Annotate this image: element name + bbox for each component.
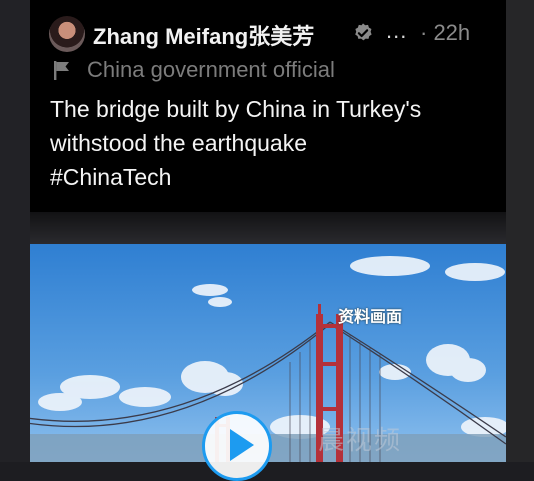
left-margin <box>0 0 30 462</box>
tweet-card[interactable]: Zhang Meifang张美芳 ... · 22h China governm… <box>30 0 506 462</box>
affiliation-label: China government official <box>87 57 335 82</box>
author-name[interactable]: Zhang Meifang张美芳 <box>93 19 314 51</box>
tweet-text: The bridge built by China in Turkey's wi… <box>50 92 500 194</box>
tweet-text-line: The bridge built by China in Turkey's <box>50 96 422 122</box>
verified-badge-icon <box>355 23 372 41</box>
more-options-button[interactable]: ... <box>386 18 407 44</box>
video-overlay-caption: 资料画面 <box>338 309 403 326</box>
flag-icon <box>54 61 69 80</box>
right-margin <box>506 0 534 462</box>
video-thumbnail[interactable] <box>30 212 506 462</box>
video-watermark: 晨视频 <box>318 425 403 455</box>
screenshot-frame: Zhang Meifang张美芳 ... · 22h China governm… <box>0 0 534 481</box>
play-button[interactable] <box>202 411 272 481</box>
bridge-scene-image <box>30 212 506 462</box>
timestamp[interactable]: · 22h <box>420 20 470 46</box>
avatar[interactable] <box>49 16 85 52</box>
hashtag-link[interactable]: #ChinaTech <box>50 160 500 194</box>
play-icon <box>230 429 254 461</box>
tweet-text-line: withstood the earthquake <box>50 130 308 156</box>
